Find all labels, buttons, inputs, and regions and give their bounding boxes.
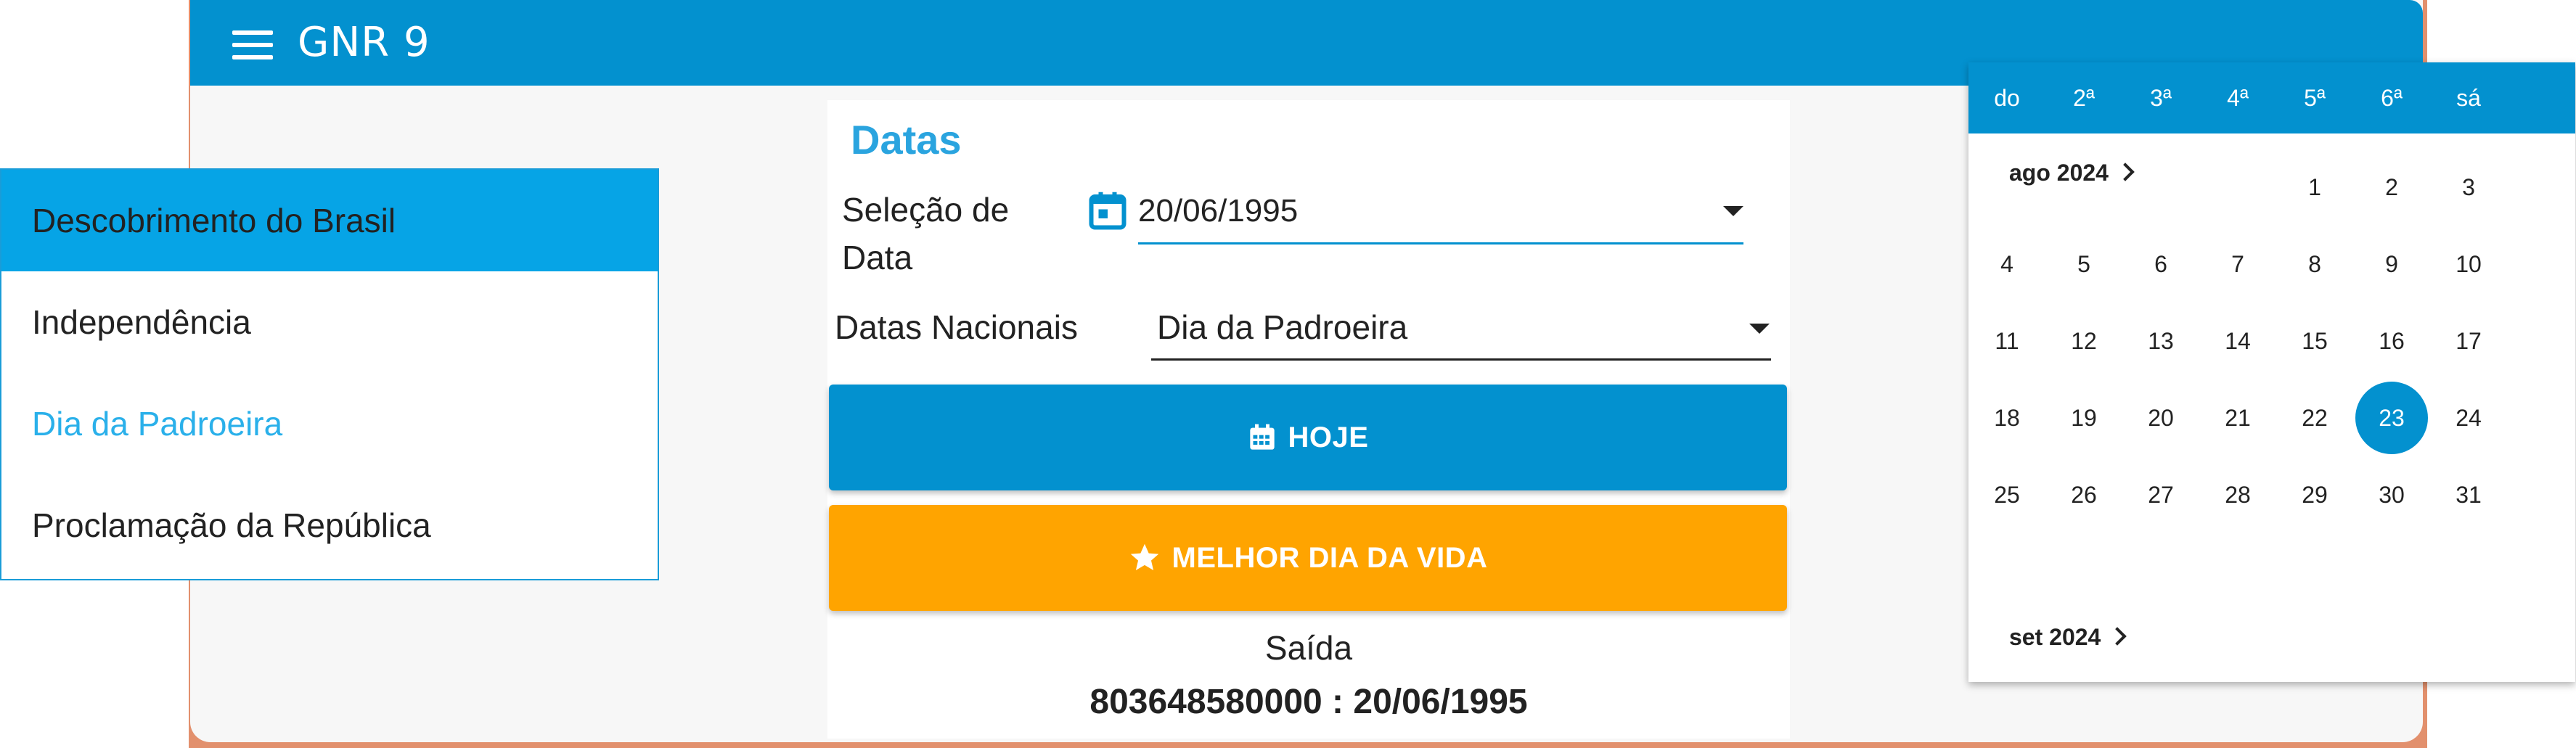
calendar-day[interactable]: 26 — [2048, 459, 2120, 531]
best-day-button[interactable]: MELHOR DIA DA VIDA — [829, 505, 1787, 611]
dropdown-arrow-icon[interactable] — [1749, 324, 1770, 334]
calendar-day[interactable]: 17 — [2432, 305, 2505, 377]
calendar-day[interactable]: 8 — [2278, 228, 2351, 300]
calendar-day-selected[interactable]: 23 — [2355, 382, 2428, 454]
weekday-label: 6ª — [2381, 85, 2403, 111]
menu-item-padroeira[interactable]: Dia da Padroeira — [1, 373, 658, 474]
output-value: 803648580000 : 20/06/1995 — [1089, 683, 1528, 721]
calendar-day[interactable]: 4 — [1971, 228, 2043, 300]
calendar-day[interactable]: 7 — [2201, 228, 2274, 300]
calendar-day[interactable]: 2 — [2355, 151, 2428, 223]
menu-item-independencia[interactable]: Independência — [1, 271, 658, 373]
calendar-day[interactable]: 24 — [2432, 382, 2505, 454]
menu-item-descobrimento[interactable]: Descobrimento do Brasil — [1, 170, 658, 271]
calendar-day[interactable]: 3 — [2432, 151, 2505, 223]
calendar-day[interactable]: 14 — [2201, 305, 2274, 377]
weekday-label: do — [1994, 85, 2020, 111]
calendar-day[interactable]: 5 — [2048, 228, 2120, 300]
calendar-day[interactable]: 27 — [2125, 459, 2197, 531]
dropdown-arrow-icon[interactable] — [1723, 206, 1743, 216]
weekday-label: 4ª — [2227, 85, 2249, 111]
date-selection-label: Seleção de Data — [842, 191, 1010, 276]
calendar-day[interactable]: 13 — [2125, 305, 2197, 377]
calendar-day[interactable]: 30 — [2355, 459, 2428, 531]
weekday-label: 2ª — [2073, 85, 2095, 111]
today-button[interactable]: HOJE — [829, 385, 1787, 490]
app-title: GNR 9 — [298, 19, 430, 66]
weekday-label: sá — [2456, 85, 2481, 111]
calendar-day[interactable]: 29 — [2278, 459, 2351, 531]
month-label-current[interactable]: ago 2024 — [2009, 160, 2135, 186]
national-dates-label: Datas Nacionais — [835, 308, 1078, 346]
date-input-value: 20/06/1995 — [1138, 193, 1299, 229]
month-label-text: ago 2024 — [2009, 160, 2109, 186]
national-dates-select[interactable]: Dia da Padroeira — [1151, 297, 1771, 361]
card-title: Datas — [851, 117, 962, 163]
calendar-icon[interactable] — [1086, 189, 1129, 234]
month-label-text: set 2024 — [2009, 624, 2101, 650]
date-picker-popup: do 2ª 3ª 4ª 5ª 6ª sá ago 2024 1234567891… — [1968, 62, 2575, 682]
menu-icon[interactable] — [232, 30, 273, 59]
chevron-right-icon — [2116, 163, 2135, 181]
output-label: Saída — [1264, 629, 1353, 667]
calendar-day[interactable]: 16 — [2355, 305, 2428, 377]
weekday-label: 3ª — [2150, 85, 2172, 111]
menu-item-proclamacao[interactable]: Proclamação da República — [1, 474, 658, 576]
best-day-button-label: MELHOR DIA DA VIDA — [1172, 541, 1488, 574]
calendar-day[interactable]: 10 — [2432, 228, 2505, 300]
national-dates-value: Dia da Padroeira — [1157, 308, 1408, 346]
calendar-day[interactable]: 21 — [2201, 382, 2274, 454]
weekday-header: do 2ª 3ª 4ª 5ª 6ª sá — [1968, 62, 2575, 133]
date-input[interactable]: 20/06/1995 — [1138, 178, 1743, 244]
calendar-day[interactable]: 20 — [2125, 382, 2197, 454]
month-label-next[interactable]: set 2024 — [2009, 624, 2127, 651]
calendar-day[interactable]: 22 — [2278, 382, 2351, 454]
calendar-day[interactable]: 28 — [2201, 459, 2274, 531]
calendar-day[interactable]: 19 — [2048, 382, 2120, 454]
dates-card: Datas Seleção de Data 20/06/1995 Datas N… — [827, 100, 1790, 739]
calendar-day[interactable]: 9 — [2355, 228, 2428, 300]
calendar-day[interactable]: 12 — [2048, 305, 2120, 377]
star-icon — [1130, 543, 1158, 571]
calendar-day[interactable]: 11 — [1971, 305, 2043, 377]
calendar-day[interactable]: 1 — [2278, 151, 2351, 223]
national-dates-menu: Descobrimento do Brasil Independência Di… — [0, 168, 659, 580]
calendar-day[interactable]: 15 — [2278, 305, 2351, 377]
calendar-day[interactable]: 31 — [2432, 459, 2505, 531]
calendar-grid-icon — [1249, 424, 1275, 450]
chevron-right-icon — [2108, 627, 2127, 646]
calendar-day[interactable]: 18 — [1971, 382, 2043, 454]
calendar-day[interactable]: 25 — [1971, 459, 2043, 531]
today-button-label: HOJE — [1288, 421, 1369, 453]
calendar-day[interactable]: 6 — [2125, 228, 2197, 300]
weekday-label: 5ª — [2304, 85, 2326, 111]
